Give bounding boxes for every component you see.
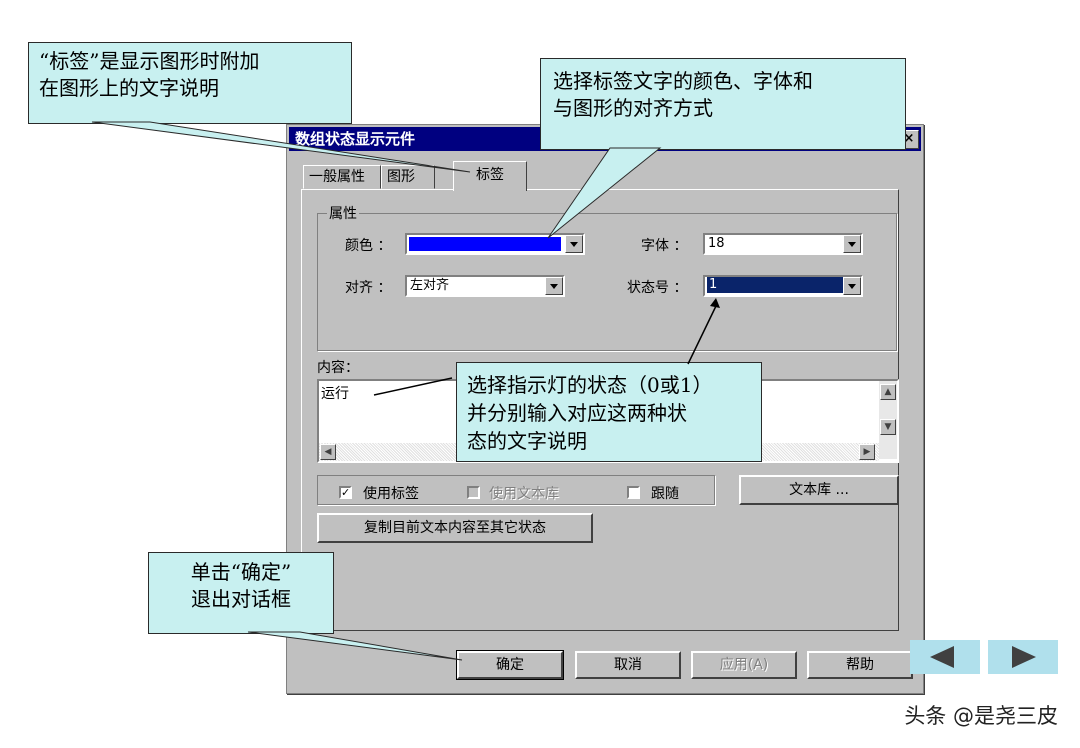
pointer-label-tab <box>91 121 471 173</box>
callout-pointers <box>91 121 720 661</box>
arrow-head-icon <box>710 298 720 308</box>
pointer-ok-button <box>247 631 463 661</box>
pointer-color-select <box>547 147 662 239</box>
pointer-content-text <box>373 377 453 396</box>
pointer-state-select <box>687 305 717 365</box>
